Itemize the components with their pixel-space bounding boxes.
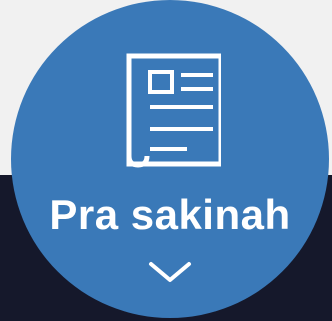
newspaper-icon: [126, 53, 221, 168]
button-label: Pra sakinah: [49, 191, 291, 238]
chevron-down-icon[interactable]: [147, 258, 193, 286]
page: Pra sakinah: [0, 0, 332, 321]
pra-sakinah-button[interactable]: Pra sakinah: [11, 0, 329, 318]
